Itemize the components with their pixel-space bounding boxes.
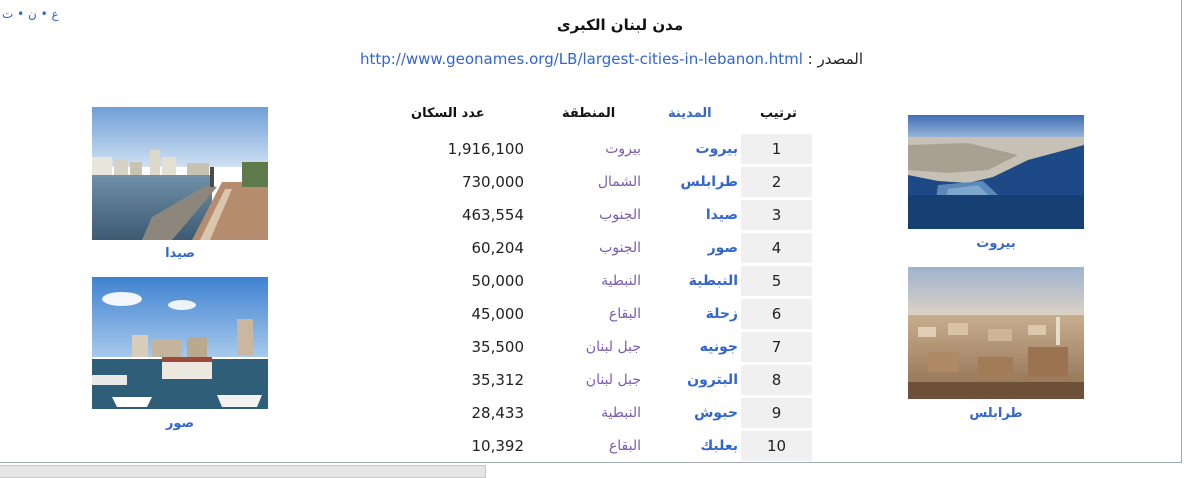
page-title: مدن لبنان الكبرى	[556, 16, 684, 34]
population-cell: 730,000	[461, 173, 524, 191]
region-link[interactable]: الجنوب	[599, 200, 641, 230]
rank-cell: 6	[741, 299, 812, 329]
city-link[interactable]: البترون	[687, 365, 738, 395]
sidon-photo[interactable]	[92, 107, 268, 240]
population-cell: 463,554	[461, 206, 524, 224]
city-link[interactable]: جونيه	[700, 332, 738, 362]
city-link[interactable]: حبوش	[694, 398, 738, 428]
region-link[interactable]: جبل لبنان	[586, 365, 641, 395]
table-row: 5 النبطية النبطية 50,000	[400, 266, 812, 296]
population-cell: 10,392	[471, 437, 525, 455]
rank-cell: 7	[741, 332, 812, 362]
table-row: 6 زحلة البقاع 45,000	[400, 299, 812, 329]
region-link[interactable]: البقاع	[609, 299, 641, 329]
tyre-photo[interactable]	[92, 277, 268, 409]
city-link[interactable]: بعلبك	[700, 431, 738, 461]
rank-cell: 4	[741, 233, 812, 263]
population-cell: 35,312	[471, 371, 525, 389]
rank-cell: 8	[741, 365, 812, 395]
header-city[interactable]: المدينة	[668, 106, 712, 121]
source-line: المصدر : http://www.geonames.org/LB/larg…	[360, 50, 863, 68]
rank-cell: 1	[741, 134, 812, 164]
rank-cell: 9	[741, 398, 812, 428]
city-link[interactable]: طرابلس	[681, 167, 738, 197]
city-link[interactable]: النبطية	[689, 266, 738, 296]
table-row: 9 حبوش النبطية 28,433	[400, 398, 812, 428]
city-link[interactable]: صور	[708, 233, 738, 263]
region-link[interactable]: النبطية	[601, 266, 641, 296]
header-population: عدد السكان	[411, 106, 485, 121]
beirut-caption-link[interactable]: بيروت	[908, 236, 1084, 251]
region-link[interactable]: البقاع	[609, 431, 641, 461]
table-row: 2 طرابلس الشمال 730,000	[400, 167, 812, 197]
tyre-caption-link[interactable]: صور	[92, 416, 268, 431]
region-link[interactable]: بيروت	[605, 134, 641, 164]
region-link[interactable]: الشمال	[598, 167, 641, 197]
rank-cell: 2	[741, 167, 812, 197]
region-link[interactable]: الجنوب	[599, 233, 641, 263]
city-link[interactable]: بيروت	[696, 134, 738, 164]
table-row: 3 صيدا الجنوب 463,554	[400, 200, 812, 230]
sidon-caption-link[interactable]: صيدا	[92, 246, 268, 261]
rank-cell: 10	[741, 431, 812, 461]
city-link[interactable]: صيدا	[706, 200, 738, 230]
header-rank: ترتيب	[760, 106, 797, 121]
navbox-frame: ع • ن • ت مدن لبنان الكبرى المصدر : http…	[0, 0, 1182, 463]
table-row: 1 بيروت بيروت 1,916,100	[400, 134, 812, 164]
city-link[interactable]: زحلة	[706, 299, 738, 329]
table-row: 8 البترون جبل لبنان 35,312	[400, 365, 812, 395]
source-label: المصدر :	[807, 50, 863, 68]
population-cell: 45,000	[471, 305, 525, 323]
tripoli-caption-link[interactable]: طرابلس	[908, 406, 1084, 421]
region-link[interactable]: جبل لبنان	[586, 332, 641, 362]
table-row: 10 بعلبك البقاع 10,392	[400, 431, 812, 461]
population-cell: 35,500	[471, 338, 525, 356]
tripoli-photo[interactable]	[908, 267, 1084, 399]
beirut-photo[interactable]	[908, 115, 1084, 229]
table-row: 7 جونيه جبل لبنان 35,500	[400, 332, 812, 362]
rank-cell: 5	[741, 266, 812, 296]
rank-cell: 3	[741, 200, 812, 230]
horizontal-scrollbar[interactable]	[0, 465, 486, 478]
region-link[interactable]: النبطية	[601, 398, 641, 428]
population-cell: 28,433	[471, 404, 525, 422]
header-region: المنطقة	[562, 106, 616, 121]
population-cell: 50,000	[471, 272, 525, 290]
table-row: 4 صور الجنوب 60,204	[400, 233, 812, 263]
population-cell: 60,204	[471, 239, 525, 257]
population-cell: 1,916,100	[447, 140, 524, 158]
source-link[interactable]: http://www.geonames.org/LB/largest-citie…	[360, 50, 803, 68]
